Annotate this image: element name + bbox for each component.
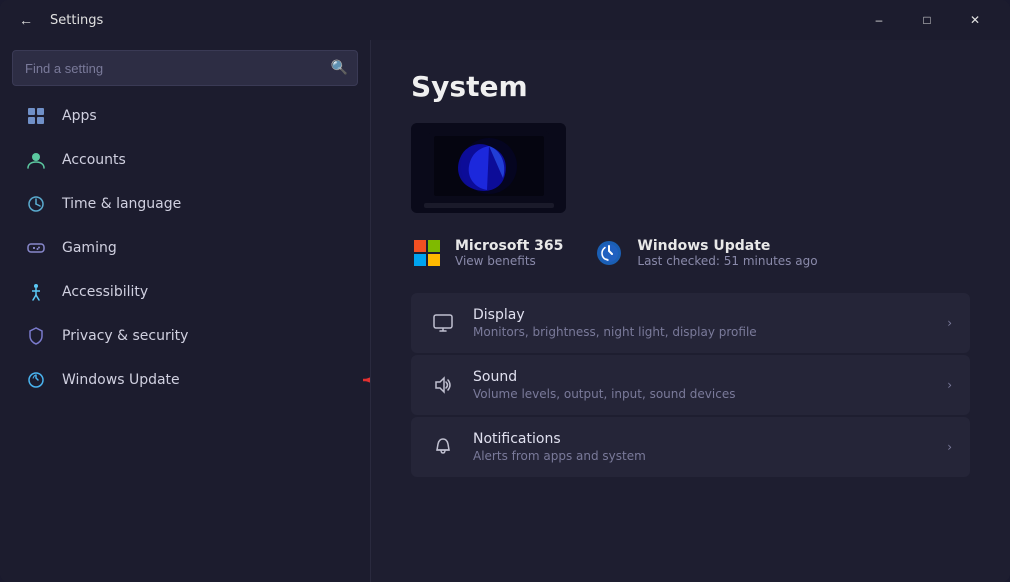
update-icon (24, 368, 48, 392)
quick-action-winupdate[interactable]: Windows Update Last checked: 51 minutes … (593, 237, 817, 269)
winupdate-subtitle: Last checked: 51 minutes ago (637, 254, 817, 268)
minimize-button[interactable]: – (856, 4, 902, 36)
update-label: Windows Update (62, 372, 180, 388)
titlebar: ← Settings – □ ✕ (0, 0, 1010, 40)
ms365-title: Microsoft 365 (455, 238, 563, 254)
notifications-chevron: › (947, 440, 952, 454)
window-controls: – □ ✕ (856, 4, 998, 36)
maximize-button[interactable]: □ (904, 4, 950, 36)
titlebar-left: ← Settings (12, 6, 103, 34)
notifications-title: Notifications (473, 431, 931, 447)
privacy-icon (24, 324, 48, 348)
winupdate-icon (593, 237, 625, 269)
ms365-icon (411, 237, 443, 269)
sound-text: Sound Volume levels, output, input, soun… (473, 369, 931, 401)
notifications-subtitle: Alerts from apps and system (473, 449, 931, 463)
time-label: Time & language (62, 196, 181, 212)
sidebar-item-accessibility[interactable]: Accessibility (12, 270, 358, 314)
search-box: 🔍 (12, 50, 358, 86)
apps-icon (24, 104, 48, 128)
search-icon: 🔍 (331, 60, 348, 76)
back-button[interactable]: ← (12, 6, 40, 34)
accounts-icon (24, 148, 48, 172)
display-text: Display Monitors, brightness, night ligh… (473, 307, 931, 339)
sidebar-item-privacy[interactable]: Privacy & security (12, 314, 358, 358)
sidebar-item-apps[interactable]: Apps (12, 94, 358, 138)
settings-item-notifications[interactable]: Notifications Alerts from apps and syste… (411, 417, 970, 477)
sound-chevron: › (947, 378, 952, 392)
quick-action-ms365[interactable]: Microsoft 365 View benefits (411, 237, 563, 269)
winupdate-text: Windows Update Last checked: 51 minutes … (637, 238, 817, 268)
sidebar: 🔍 Apps (0, 40, 370, 582)
sound-icon (429, 371, 457, 399)
gaming-icon (24, 236, 48, 260)
sidebar-item-update[interactable]: Windows Update (12, 358, 358, 402)
display-icon (429, 309, 457, 337)
hero-image (411, 123, 566, 213)
main-content: System (371, 40, 1010, 582)
settings-item-sound[interactable]: Sound Volume levels, output, input, soun… (411, 355, 970, 415)
settings-list: Display Monitors, brightness, night ligh… (411, 293, 970, 477)
accounts-label: Accounts (62, 152, 126, 168)
winupdate-title: Windows Update (637, 238, 817, 254)
sound-title: Sound (473, 369, 931, 385)
settings-item-display[interactable]: Display Monitors, brightness, night ligh… (411, 293, 970, 353)
settings-window: ← Settings – □ ✕ 🔍 (0, 0, 1010, 582)
accessibility-icon (24, 280, 48, 304)
sidebar-item-accounts[interactable]: Accounts (12, 138, 358, 182)
display-subtitle: Monitors, brightness, night light, displ… (473, 325, 931, 339)
accessibility-label: Accessibility (62, 284, 148, 300)
time-icon (24, 192, 48, 216)
apps-label: Apps (62, 108, 97, 124)
content-area: 🔍 Apps (0, 40, 1010, 582)
sidebar-item-time[interactable]: Time & language (12, 182, 358, 226)
gaming-label: Gaming (62, 240, 117, 256)
privacy-label: Privacy & security (62, 328, 188, 344)
ms365-text: Microsoft 365 View benefits (455, 238, 563, 268)
close-button[interactable]: ✕ (952, 4, 998, 36)
bell-icon (429, 433, 457, 461)
search-input[interactable] (12, 50, 358, 86)
sound-subtitle: Volume levels, output, input, sound devi… (473, 387, 931, 401)
display-chevron: › (947, 316, 952, 330)
quick-actions: Microsoft 365 View benefits (411, 237, 970, 269)
arrow-annotation (353, 360, 370, 400)
notifications-text: Notifications Alerts from apps and syste… (473, 431, 931, 463)
app-title: Settings (50, 13, 103, 28)
ms365-subtitle: View benefits (455, 254, 563, 268)
display-title: Display (473, 307, 931, 323)
page-title: System (411, 70, 970, 103)
sidebar-item-gaming[interactable]: Gaming (12, 226, 358, 270)
